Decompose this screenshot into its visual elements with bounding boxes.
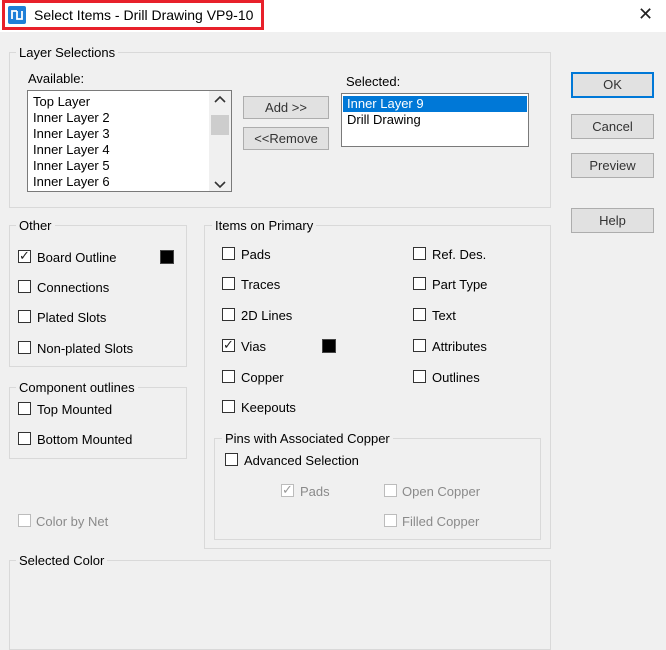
- help-button[interactable]: Help: [571, 208, 654, 233]
- board-outline-label: Board Outline: [37, 250, 117, 265]
- component-outlines-group: [9, 387, 187, 459]
- outlines-checkbox[interactable]: [413, 370, 426, 383]
- non-plated-slots-label: Non-plated Slots: [37, 341, 134, 356]
- list-item[interactable]: Drill Drawing: [343, 112, 527, 128]
- other-legend: Other: [16, 218, 55, 233]
- open-copper-checkbox[interactable]: [384, 484, 397, 497]
- keepouts-label: Keepouts: [241, 400, 296, 415]
- top-mounted-label: Top Mounted: [37, 402, 113, 417]
- pins-copper-legend: Pins with Associated Copper: [222, 431, 393, 446]
- list-item[interactable]: Inner Layer 2: [29, 110, 209, 126]
- remove-button[interactable]: <<Remove: [243, 127, 329, 150]
- selected-color-group: [9, 560, 551, 650]
- vias-checkbox[interactable]: [222, 337, 235, 353]
- advanced-selection-checkbox[interactable]: [225, 453, 238, 466]
- attributes-checkbox[interactable]: [413, 339, 426, 352]
- list-item[interactable]: Inner Layer 4: [29, 142, 209, 158]
- 2d-lines-label: 2D Lines: [241, 308, 293, 323]
- close-icon[interactable]: ✕: [638, 4, 653, 25]
- part-type-checkbox[interactable]: [413, 277, 426, 290]
- pins-pads-checkbox[interactable]: [281, 482, 294, 498]
- board-outline-color-swatch[interactable]: [160, 250, 174, 264]
- ref-des-label: Ref. Des.: [432, 247, 487, 262]
- pins-pads-label: Pads: [300, 484, 330, 499]
- plated-slots-checkbox[interactable]: [18, 310, 31, 323]
- chevron-down-icon[interactable]: [214, 177, 226, 191]
- keepouts-checkbox[interactable]: [222, 400, 235, 413]
- part-type-label: Part Type: [432, 277, 488, 292]
- add-button[interactable]: Add >>: [243, 96, 329, 119]
- items-on-primary-legend: Items on Primary: [212, 218, 317, 233]
- bottom-mounted-checkbox[interactable]: [18, 432, 31, 445]
- cancel-button[interactable]: Cancel: [571, 114, 654, 139]
- traces-checkbox[interactable]: [222, 277, 235, 290]
- list-item[interactable]: Inner Layer 6: [29, 174, 209, 190]
- available-label: Available:: [28, 71, 85, 86]
- list-item[interactable]: Inner Layer 5: [29, 158, 209, 174]
- bottom-mounted-label: Bottom Mounted: [37, 432, 133, 447]
- 2d-lines-checkbox[interactable]: [222, 308, 235, 321]
- board-outline-checkbox[interactable]: [18, 248, 31, 264]
- plated-slots-label: Plated Slots: [37, 310, 107, 325]
- vias-label: Vias: [241, 339, 267, 354]
- traces-label: Traces: [241, 277, 281, 292]
- open-copper-label: Open Copper: [402, 484, 481, 499]
- filled-copper-checkbox[interactable]: [384, 514, 397, 527]
- chevron-up-icon[interactable]: [214, 95, 226, 106]
- list-item[interactable]: Top Layer: [29, 94, 209, 110]
- non-plated-slots-checkbox[interactable]: [18, 341, 31, 354]
- copper-checkbox[interactable]: [222, 370, 235, 383]
- pads-checkbox[interactable]: [222, 247, 235, 260]
- color-by-net-label: Color by Net: [36, 514, 109, 529]
- advanced-selection-label: Advanced Selection: [244, 453, 359, 468]
- selected-label: Selected:: [346, 74, 401, 89]
- outlines-label: Outlines: [432, 370, 480, 385]
- list-item[interactable]: Inner Layer 3: [29, 126, 209, 142]
- preview-button[interactable]: Preview: [571, 153, 654, 178]
- top-mounted-checkbox[interactable]: [18, 402, 31, 415]
- list-item[interactable]: Inner Layer 9: [343, 96, 527, 112]
- component-outlines-legend: Component outlines: [16, 380, 138, 395]
- selected-listbox[interactable]: Inner Layer 9 Drill Drawing: [341, 93, 529, 147]
- available-listbox[interactable]: Top Layer Inner Layer 2 Inner Layer 3 In…: [27, 90, 232, 192]
- color-by-net-checkbox[interactable]: [18, 514, 31, 527]
- attributes-label: Attributes: [432, 339, 487, 354]
- title-highlight-box: [2, 0, 264, 30]
- available-scrollbar[interactable]: [209, 91, 231, 191]
- selected-color-legend: Selected Color: [16, 553, 108, 568]
- text-label: Text: [432, 308, 456, 323]
- connections-label: Connections: [37, 280, 110, 295]
- pads-label: Pads: [241, 247, 271, 262]
- layer-selections-legend: Layer Selections: [16, 45, 119, 60]
- filled-copper-label: Filled Copper: [402, 514, 480, 529]
- text-checkbox[interactable]: [413, 308, 426, 321]
- scrollbar-thumb[interactable]: [211, 115, 229, 135]
- ok-button[interactable]: OK: [571, 72, 654, 98]
- copper-label: Copper: [241, 370, 284, 385]
- ref-des-checkbox[interactable]: [413, 247, 426, 260]
- vias-color-swatch[interactable]: [322, 339, 336, 353]
- connections-checkbox[interactable]: [18, 280, 31, 293]
